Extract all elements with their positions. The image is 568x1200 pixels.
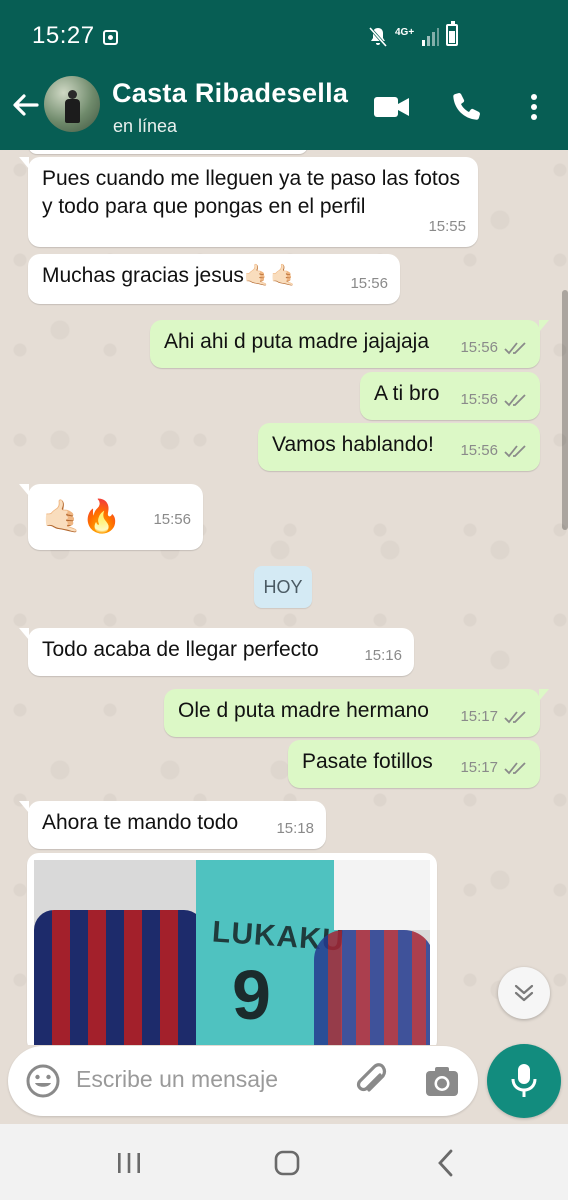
message-text: Vamos hablando! bbox=[272, 433, 434, 456]
message-text: Pues cuando me lleguen ya te paso las fo… bbox=[42, 167, 460, 218]
jersey-number-text: 9 bbox=[232, 956, 271, 1034]
message-composer[interactable]: Escribe un mensaje bbox=[8, 1046, 478, 1116]
message-text: Ahi ahi d puta madre jajajaja bbox=[164, 330, 430, 353]
contact-name[interactable]: Casta Ribadesella bbox=[112, 78, 348, 109]
double-check-icon bbox=[504, 342, 526, 355]
message-time: 15:55 bbox=[428, 218, 466, 235]
message-time: 15:18 bbox=[276, 820, 314, 837]
photo-background-box bbox=[334, 860, 430, 930]
double-check-icon bbox=[504, 445, 526, 458]
message-bubble-partial bbox=[28, 150, 308, 154]
message-text: A ti bro bbox=[374, 382, 440, 405]
message-text: Muchas gracias jesus🤙🏻🤙🏻 bbox=[42, 264, 297, 287]
message-bubble-outgoing[interactable]: A ti bro 15:56 bbox=[360, 372, 540, 420]
message-text: Pasate fotillos bbox=[302, 750, 433, 773]
mic-icon bbox=[511, 1064, 537, 1097]
recent-apps-icon[interactable] bbox=[116, 1152, 142, 1174]
chevron-double-down-icon bbox=[514, 984, 534, 1002]
network-type-label: 4G+ bbox=[395, 27, 415, 38]
jersey-barcelona bbox=[34, 910, 204, 1045]
message-bubble-outgoing[interactable]: Ole d puta madre hermano 15:17 bbox=[164, 689, 549, 737]
message-time: 15:56 bbox=[460, 339, 498, 356]
scrollbar-thumb[interactable] bbox=[562, 290, 568, 530]
message-bubble-incoming[interactable]: Muchas gracias jesus🤙🏻🤙🏻 15:56 bbox=[28, 254, 400, 304]
message-input[interactable]: Escribe un mensaje bbox=[76, 1066, 278, 1093]
message-bubble-incoming[interactable]: Ahora te mando todo 15:18 bbox=[19, 801, 326, 849]
contact-status: en línea bbox=[113, 116, 178, 136]
message-time: 15:56 bbox=[460, 391, 498, 408]
phone-icon[interactable] bbox=[452, 91, 482, 121]
system-nav-bar bbox=[0, 1124, 568, 1200]
home-icon[interactable] bbox=[274, 1150, 300, 1176]
message-time: 15:56 bbox=[460, 442, 498, 459]
message-text: 🤙🏻🔥 bbox=[42, 498, 122, 534]
battery-icon bbox=[446, 21, 458, 46]
back-icon[interactable] bbox=[436, 1148, 456, 1178]
voice-record-button[interactable] bbox=[487, 1044, 561, 1118]
status-bar: 15:27 4G+ bbox=[0, 0, 568, 66]
message-bubble-outgoing[interactable]: Vamos hablando! 15:56 bbox=[258, 423, 540, 471]
message-bubble-incoming[interactable]: Todo acaba de llegar perfecto 15:16 bbox=[19, 628, 414, 676]
message-text: Ahora te mando todo bbox=[42, 811, 239, 834]
message-bubble-incoming[interactable]: Pues cuando me lleguen ya te paso las fo… bbox=[19, 157, 478, 247]
jersey-folded bbox=[314, 930, 430, 1045]
mute-icon bbox=[368, 27, 388, 47]
scroll-to-bottom-button[interactable] bbox=[498, 967, 550, 1019]
chat-header: Casta Ribadesella en línea bbox=[0, 66, 568, 150]
video-call-icon[interactable] bbox=[374, 96, 410, 118]
message-bubble-outgoing[interactable]: Pasate fotillos 15:17 bbox=[288, 740, 540, 788]
message-bubble-incoming[interactable]: 🤙🏻🔥 15:56 bbox=[19, 484, 203, 550]
image-message-photo[interactable]: LUKAKU 9 bbox=[34, 860, 430, 1045]
status-time: 15:27 bbox=[32, 22, 95, 49]
camera-icon[interactable] bbox=[424, 1064, 460, 1098]
message-time: 15:17 bbox=[460, 759, 498, 776]
more-vert-icon[interactable] bbox=[522, 92, 546, 122]
message-time: 15:17 bbox=[460, 708, 498, 725]
notification-icon bbox=[103, 30, 118, 45]
message-time: 15:16 bbox=[364, 647, 402, 664]
back-arrow-icon[interactable] bbox=[10, 90, 40, 120]
attach-icon[interactable] bbox=[352, 1061, 392, 1101]
message-time: 15:56 bbox=[153, 511, 191, 528]
chat-area[interactable]: Pues cuando me lleguen ya te paso las fo… bbox=[0, 150, 568, 1045]
emoji-icon[interactable] bbox=[25, 1063, 61, 1099]
message-time: 15:56 bbox=[350, 275, 388, 292]
message-text: Todo acaba de llegar perfecto bbox=[42, 638, 319, 661]
message-bubble-outgoing[interactable]: Ahi ahi d puta madre jajajaja 15:56 bbox=[150, 320, 549, 368]
contact-avatar[interactable] bbox=[44, 76, 100, 132]
double-check-icon bbox=[504, 711, 526, 724]
double-check-icon bbox=[504, 762, 526, 775]
day-divider: HOY bbox=[254, 566, 312, 608]
signal-icon bbox=[422, 28, 439, 46]
double-check-icon bbox=[504, 394, 526, 407]
message-text: Ole d puta madre hermano bbox=[178, 699, 429, 722]
